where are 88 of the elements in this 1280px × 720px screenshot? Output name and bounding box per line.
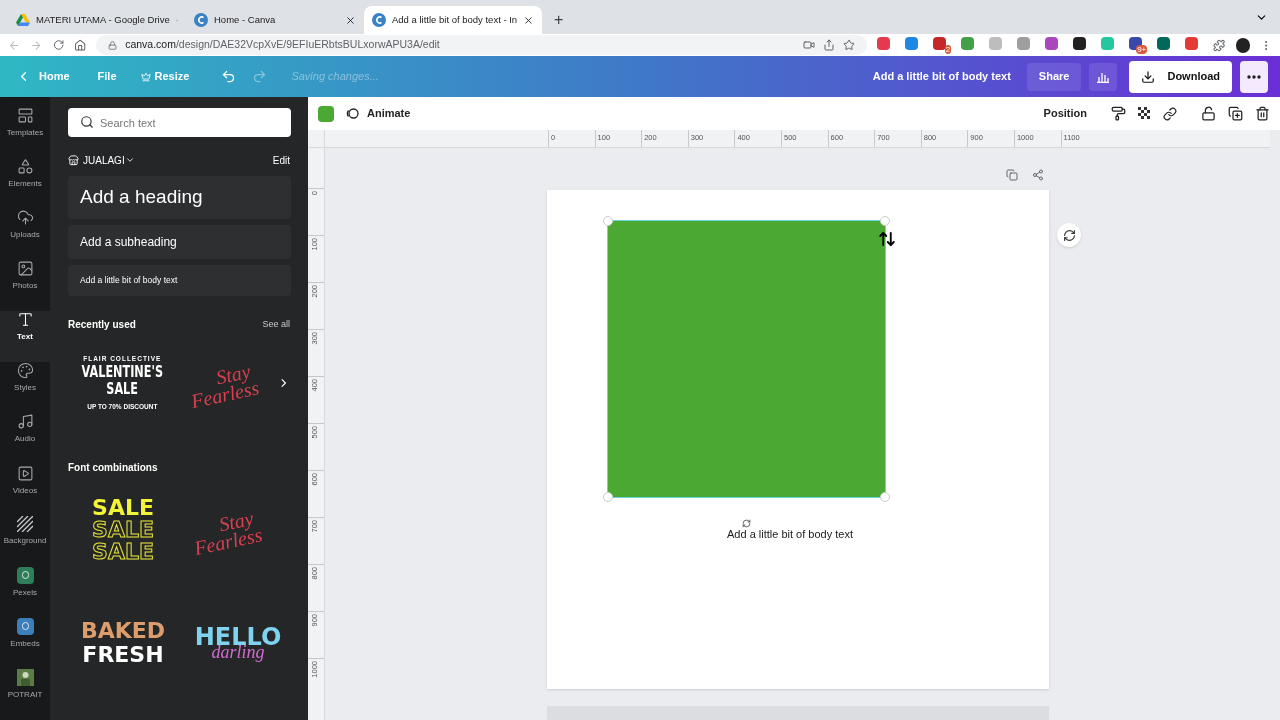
text-preset[interactable]: Add a subheading <box>68 225 291 259</box>
section-title: Recently used <box>68 318 136 332</box>
store-icon <box>68 154 79 166</box>
animate-button[interactable]: Animate <box>346 105 411 122</box>
caret-icon <box>124 155 135 165</box>
profile-avatar[interactable] <box>1235 37 1250 53</box>
resize-cursor-icon <box>878 229 896 248</box>
delete-icon[interactable] <box>1255 106 1270 121</box>
hatch-icon <box>17 515 33 532</box>
resize-handle[interactable] <box>603 491 613 502</box>
canva-logo-icon <box>194 13 208 27</box>
position-button[interactable]: Position <box>1043 105 1087 122</box>
text-template[interactable]: BAKED FRESH <box>68 603 178 683</box>
resize-handle[interactable] <box>880 491 890 502</box>
download-button[interactable]: Download <box>1129 60 1232 93</box>
music-icon <box>16 413 34 431</box>
sidebar-tab[interactable]: Text <box>0 311 50 363</box>
brand-kit-dropdown[interactable]: JUALAGI <box>83 152 135 168</box>
fill-color-swatch[interactable] <box>318 105 334 122</box>
insights-button[interactable] <box>1089 62 1118 91</box>
sidebar-tab[interactable]: Styles <box>0 362 50 414</box>
home-icon[interactable] <box>73 38 87 52</box>
shapes-icon <box>16 158 34 176</box>
search-field[interactable]: Search text <box>68 108 291 137</box>
templates-icon <box>16 107 34 124</box>
more-button[interactable] <box>1240 60 1268 93</box>
sidebar-tab[interactable]: Elements <box>0 158 50 210</box>
see-all-link[interactable]: See all <box>262 317 290 332</box>
bookmark-icon[interactable] <box>843 39 856 51</box>
bar-chart-icon <box>1096 70 1111 83</box>
video-icon <box>16 464 34 482</box>
duplicate-icon[interactable] <box>1228 106 1243 121</box>
text-template[interactable]: HELLO darling <box>183 603 293 683</box>
share-page-icon[interactable] <box>1032 169 1044 181</box>
extension-icon[interactable] <box>1073 37 1087 50</box>
text-icon <box>16 311 34 329</box>
unlock-icon[interactable] <box>1201 106 1216 121</box>
image-icon <box>16 260 34 278</box>
sidebar-tab[interactable]: Templates <box>0 107 50 159</box>
sidebar-tab[interactable]: Photos <box>0 260 50 312</box>
browser-tab[interactable]: MATERI UTAMA - Google Drive <box>8 6 186 34</box>
text-template[interactable]: SALE SALE SALE <box>68 490 178 570</box>
address-field[interactable]: canva.com/design/DAE32VcpXvE/9EFIuERbtsBULxorwAPU3A/edit <box>96 35 868 55</box>
new-tab-button[interactable]: + <box>542 6 576 34</box>
search-icon <box>80 115 94 129</box>
canva-logo-icon <box>372 13 386 27</box>
extension-badge: 9+ <box>1136 45 1148 54</box>
text-preset[interactable]: Add a heading <box>68 176 291 219</box>
share-button[interactable]: Share <box>1026 62 1082 91</box>
link-icon[interactable] <box>1163 106 1177 121</box>
browser-tab[interactable]: Add a little bit of body text - In <box>364 6 542 34</box>
sidebar-tab[interactable]: Audio <box>0 413 50 465</box>
extension-badge: 2 <box>944 45 952 54</box>
lock-icon <box>108 40 118 50</box>
design-title[interactable]: Add a little bit of body text <box>872 68 1011 85</box>
undo-icon[interactable] <box>221 69 237 84</box>
sidebar-tab[interactable]: Background <box>0 515 50 567</box>
share-icon[interactable] <box>823 39 836 51</box>
browser-tab[interactable]: Home - Canva <box>186 6 364 34</box>
resize-handle[interactable] <box>603 215 613 226</box>
sidebar-tab[interactable]: Uploads <box>0 209 50 261</box>
resize-handle[interactable] <box>880 215 890 226</box>
sidebar-tab[interactable]: Embeds <box>0 617 50 669</box>
rotate-handle-icon[interactable] <box>742 518 751 528</box>
camera-icon[interactable] <box>803 39 816 51</box>
text-preset[interactable]: Add a little bit of body text <box>68 265 291 296</box>
duplicate-page-icon[interactable] <box>1006 169 1018 181</box>
more-icon <box>1247 74 1261 79</box>
url-text: canva.com/design/DAE32VcpXvE/9EFIuERbtsBULxorwAPU3A/edit <box>125 37 440 53</box>
edit-link[interactable]: Edit <box>272 152 290 168</box>
palette-icon <box>16 362 34 380</box>
paint-roller-icon[interactable] <box>1111 106 1126 121</box>
extensions-icon[interactable] <box>1213 38 1226 52</box>
sidebar-tab[interactable]: POTRAIT <box>0 668 50 720</box>
section-title: Font combinations <box>68 461 159 475</box>
animate-icon <box>346 107 359 120</box>
download-icon <box>1141 69 1156 84</box>
refresh-icon[interactable] <box>1062 228 1076 242</box>
sidebar-tab[interactable]: Pexels <box>0 566 50 618</box>
body-text[interactable]: Add a little bit of body text <box>727 525 853 543</box>
drive-icon <box>16 14 30 26</box>
crown-icon <box>140 71 151 82</box>
transparency-icon[interactable] <box>1138 107 1151 120</box>
sidebar-tab[interactable]: Videos <box>0 464 50 516</box>
extension-icon[interactable] <box>1157 37 1171 50</box>
reload-icon[interactable] <box>52 39 64 51</box>
save-status: Saving changes... <box>291 69 379 85</box>
upload-icon <box>16 209 34 227</box>
